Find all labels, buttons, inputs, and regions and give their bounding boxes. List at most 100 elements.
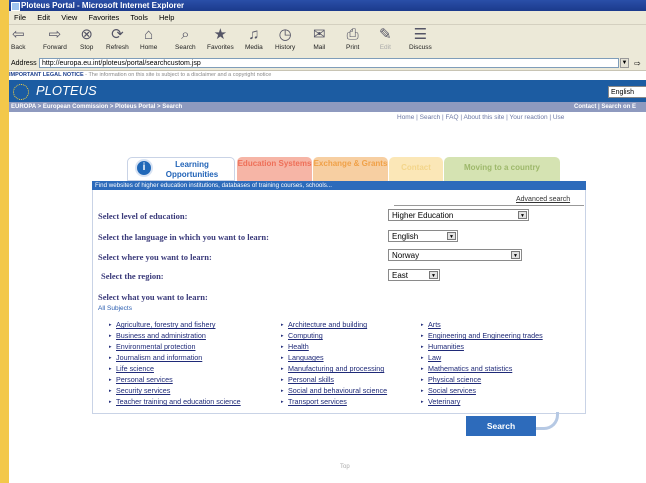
subject-link[interactable]: Languages xyxy=(281,353,324,362)
window-title: Ploteus Portal - Microsoft Internet Expl… xyxy=(21,1,185,10)
legal-notice-link[interactable]: IMPORTANT LEGAL NOTICE xyxy=(9,72,84,78)
subject-link[interactable]: Personal services xyxy=(109,375,173,384)
tab-contact[interactable]: Contact xyxy=(389,157,443,181)
subject-link[interactable]: Social and behavioural science xyxy=(281,386,387,395)
tab-moving-to-a-country[interactable]: Moving to a country xyxy=(444,157,560,181)
education-level-label: Select level of education: xyxy=(98,211,188,221)
subject-link[interactable]: Humanities xyxy=(421,342,464,351)
address-dropdown-icon[interactable]: ▼ xyxy=(620,58,629,68)
address-label: Address xyxy=(11,60,37,67)
forward-arrow-icon: ⇨ xyxy=(48,26,62,43)
breadcrumb-bar: EUROPA > European Commission > Ploteus P… xyxy=(9,102,646,112)
subject-link[interactable]: Personal skills xyxy=(281,375,334,384)
media-button[interactable]: ♫ Media xyxy=(245,26,263,51)
subject-link[interactable]: Law xyxy=(421,353,441,362)
contact-search-links[interactable]: Contact | Search on E xyxy=(574,102,636,112)
mail-icon: ✉ xyxy=(313,26,326,43)
subject-link[interactable]: Mathematics and statistics xyxy=(421,364,512,373)
discuss-icon: ☰ xyxy=(413,26,428,43)
stop-icon: ⊗ xyxy=(80,26,93,43)
info-bar: Find websites of higher education instit… xyxy=(92,181,586,190)
subject-link[interactable]: Life science xyxy=(109,364,154,373)
language-select[interactable]: English xyxy=(608,86,646,98)
history-button[interactable]: ◷ History xyxy=(275,26,295,51)
menu-favorites[interactable]: Favorites xyxy=(88,13,119,22)
eu-stars-logo-icon xyxy=(13,84,29,100)
subject-link[interactable]: Engineering and Engineering trades xyxy=(421,331,543,340)
stop-button[interactable]: ⊗ Stop xyxy=(80,26,93,51)
subject-link[interactable]: Business and administration xyxy=(109,331,206,340)
discuss-button[interactable]: ☰ Discuss xyxy=(409,26,432,51)
region-label: Select the region: xyxy=(101,271,164,281)
mail-button[interactable]: ✉ Mail xyxy=(313,26,326,51)
advanced-search-link[interactable]: Advanced search xyxy=(516,196,570,203)
search-button-toolbar[interactable]: ⌕ Search xyxy=(175,26,196,51)
learning-language-select[interactable]: English ▼ xyxy=(388,230,458,242)
address-input[interactable]: http://europa.eu.int/ploteus/portal/sear… xyxy=(39,58,619,68)
chevron-down-icon: ▼ xyxy=(429,271,438,279)
forward-button[interactable]: ⇨ Forward xyxy=(43,26,67,51)
breadcrumb[interactable]: EUROPA > European Commission > Ploteus P… xyxy=(11,102,182,112)
subject-link[interactable]: Agriculture, forestry and fishery xyxy=(109,320,215,329)
subject-link[interactable]: Environmental protection xyxy=(109,342,196,351)
subject-link[interactable]: Journalism and information xyxy=(109,353,202,362)
site-banner: PLOTEUS English xyxy=(9,80,646,102)
subject-link[interactable]: Health xyxy=(281,342,309,351)
back-arrow-icon: ⇦ xyxy=(11,26,25,43)
print-button[interactable]: ⎙ Print xyxy=(346,26,359,51)
subject-link[interactable]: Arts xyxy=(421,320,441,329)
subject-link[interactable]: Physical science xyxy=(421,375,481,384)
legal-notice-text: - The information on this site is subjec… xyxy=(83,72,272,78)
subject-link[interactable]: Security services xyxy=(109,386,170,395)
subject-link[interactable]: Veterinary xyxy=(421,397,460,406)
top-links[interactable]: Home | Search | FAQ | About this site | … xyxy=(397,114,564,121)
subjects-heading: Select what you want to learn: xyxy=(98,292,208,302)
subject-link[interactable]: Transport services xyxy=(281,397,347,406)
edit-icon: ✎ xyxy=(379,26,392,43)
menu-edit[interactable]: Edit xyxy=(37,13,50,22)
edit-button[interactable]: ✎ Edit xyxy=(379,26,392,51)
legal-notice: IMPORTANT LEGAL NOTICE - The information… xyxy=(9,71,646,80)
menu-file[interactable]: File xyxy=(14,13,26,22)
country-select[interactable]: Norway ▼ xyxy=(388,249,522,261)
print-icon: ⎙ xyxy=(346,26,359,43)
search-button[interactable]: Search xyxy=(466,416,536,436)
favorites-icon: ★ xyxy=(213,26,228,43)
language-label: Select the language in which you want to… xyxy=(98,232,269,242)
menu-bar: File Edit View Favorites Tools Help xyxy=(9,11,646,24)
home-icon: ⌂ xyxy=(144,26,154,43)
location-label: Select where you want to learn: xyxy=(98,252,212,262)
search-icon: ⌕ xyxy=(181,26,190,43)
go-icon[interactable]: ⇨ xyxy=(634,57,641,70)
title-bar: Ploteus Portal - Microsoft Internet Expl… xyxy=(9,0,646,11)
tab-learning-opportunities[interactable]: i Learning Opportunities xyxy=(127,157,235,181)
site-logo[interactable]: PLOTEUS xyxy=(36,82,97,100)
address-bar: Address http://europa.eu.int/ploteus/por… xyxy=(9,57,646,71)
info-icon: i xyxy=(135,159,153,177)
tab-education-systems[interactable]: Education Systems xyxy=(237,157,312,181)
media-icon: ♫ xyxy=(248,26,260,43)
subject-link[interactable]: Computing xyxy=(281,331,323,340)
menu-help[interactable]: Help xyxy=(159,13,174,22)
all-subjects-link[interactable]: All Subjects xyxy=(98,305,132,312)
home-button[interactable]: ⌂ Home xyxy=(140,26,157,51)
back-button[interactable]: ⇦ Back xyxy=(11,26,25,51)
favorites-button[interactable]: ★ Favorites xyxy=(207,26,234,51)
subject-link[interactable]: Social services xyxy=(421,386,476,395)
history-icon: ◷ xyxy=(278,26,292,43)
subject-link[interactable]: Architecture and building xyxy=(281,320,367,329)
menu-tools[interactable]: Tools xyxy=(130,13,148,22)
tab-exchange-grants[interactable]: Exchange & Grants xyxy=(313,157,388,181)
menu-view[interactable]: View xyxy=(61,13,77,22)
subject-link[interactable]: Manufacturing and processing xyxy=(281,364,384,373)
divider xyxy=(394,205,584,206)
education-level-select[interactable]: Higher Education ▼ xyxy=(388,209,529,221)
subject-link[interactable]: Teacher training and education science xyxy=(109,397,241,406)
ie-icon xyxy=(11,2,20,11)
refresh-button[interactable]: ⟳ Refresh xyxy=(106,26,129,51)
toolbar: ⇦ Back ⇨ Forward ⊗ Stop ⟳ Refresh ⌂ Home ⌕ Sea… xyxy=(9,24,646,58)
chevron-down-icon: ▼ xyxy=(447,232,456,240)
region-select[interactable]: East ▼ xyxy=(388,269,440,281)
top-link[interactable]: Top xyxy=(340,464,350,470)
refresh-icon: ⟳ xyxy=(111,26,124,43)
